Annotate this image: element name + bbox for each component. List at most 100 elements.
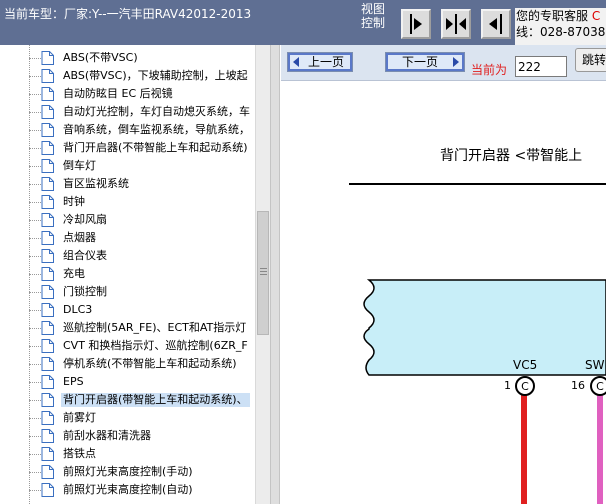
- next-page-button[interactable]: 下一页: [385, 52, 465, 72]
- tree-connector-line: [29, 256, 41, 257]
- document-icon: [41, 321, 54, 335]
- tree-item-label: 音响系统，倒车监视系统，导航系统，: [63, 123, 250, 136]
- tree-item[interactable]: 前照灯光束高度控制(手动): [29, 463, 255, 481]
- tree-item[interactable]: 搭铁点: [29, 445, 255, 463]
- tree-item[interactable]: 音响系统，倒车监视系统，导航系统，: [29, 121, 255, 139]
- tree-item[interactable]: 倒车灯: [29, 157, 255, 175]
- pin-number-sw: 16: [571, 379, 585, 392]
- support-accent: C: [591, 9, 601, 23]
- tree-item[interactable]: 停机系统(不带智能上车和起动系统): [29, 355, 255, 373]
- current-page-label: 当前为: [471, 63, 508, 77]
- tree-item-label: 巡航控制(5AR_FE)、ECT和AT指示灯: [63, 321, 247, 334]
- tree-item-label: 充电: [63, 267, 85, 280]
- document-icon: [41, 105, 54, 119]
- tree-connector-line: [29, 238, 41, 239]
- wiring-diagram-canvas: C C: [349, 183, 606, 504]
- split-view-icon: [446, 14, 466, 34]
- tree-item[interactable]: 充电: [29, 265, 255, 283]
- prev-page-label: 上一页: [307, 55, 344, 69]
- connector-sw-label: SW: [585, 358, 605, 372]
- support-phone: 线：028-87038: [516, 25, 606, 39]
- document-icon: [41, 303, 54, 317]
- tree-item[interactable]: 冷却风扇: [29, 211, 255, 229]
- tree-item[interactable]: 门锁控制: [29, 283, 255, 301]
- document-icon: [41, 69, 54, 83]
- pane-splitter[interactable]: [270, 45, 280, 504]
- tree-connector-line: [29, 490, 41, 491]
- tree-item[interactable]: 前雾灯: [29, 409, 255, 427]
- top-bar: 当前车型：厂家:Y--一汽丰田RAV42012-2013 视图控制 您的专职客服…: [0, 0, 606, 45]
- tree-item[interactable]: 时钟: [29, 193, 255, 211]
- tree-item[interactable]: 组合仪表: [29, 247, 255, 265]
- tree-connector-line: [29, 112, 41, 113]
- view-control-label: 视图控制: [361, 2, 386, 30]
- tree-item[interactable]: 巡航控制(5AR_FE)、ECT和AT指示灯: [29, 319, 255, 337]
- sidebar-scrollbar[interactable]: [255, 45, 270, 504]
- tree-connector-line: [29, 382, 41, 383]
- tree-connector-line: [29, 202, 41, 203]
- document-icon: [41, 195, 54, 209]
- tree-item-label: 时钟: [63, 195, 85, 208]
- prev-page-button[interactable]: 上一页: [287, 52, 353, 72]
- document-icon: [41, 429, 54, 443]
- document-icon: [41, 87, 54, 101]
- tree-item[interactable]: ABS(带VSC)，下坡辅助控制，上坡起: [29, 67, 255, 85]
- current-page-input[interactable]: [515, 56, 567, 77]
- tree-connector-line: [29, 148, 41, 149]
- current-car-model: 当前车型：厂家:Y--一汽丰田RAV42012-2013: [4, 7, 252, 21]
- tree-connector-line: [29, 292, 41, 293]
- document-icon: [41, 411, 54, 425]
- document-icon: [41, 267, 54, 281]
- tree-item[interactable]: DLC3: [29, 301, 255, 319]
- tree-connector-line: [29, 472, 41, 473]
- document-icon: [41, 357, 54, 371]
- document-icon: [41, 393, 54, 407]
- tree-connector-line: [29, 418, 41, 419]
- tree-item-label: 冷却风扇: [63, 213, 107, 226]
- tree-connector-line: [29, 76, 41, 77]
- tree-item-label: 门锁控制: [63, 285, 107, 298]
- tree-connector-line: [29, 310, 41, 311]
- split-view-button[interactable]: [441, 9, 471, 39]
- tree-connector-line: [29, 184, 41, 185]
- tree-connector-line: [29, 400, 41, 401]
- tree-item[interactable]: 背门开启器(带智能上车和起动系统)、: [29, 391, 255, 409]
- collapse-sidebar-button[interactable]: [401, 9, 431, 39]
- tree-item[interactable]: 盲区监视系统: [29, 175, 255, 193]
- tree-item[interactable]: 自动灯光控制，车灯自动熄灭系统，车: [29, 103, 255, 121]
- tree-item[interactable]: 点烟器: [29, 229, 255, 247]
- expand-sidebar-button[interactable]: [481, 9, 511, 39]
- tree-connector-line: [29, 94, 41, 95]
- tree-connector-line: [29, 220, 41, 221]
- tree-connector-line: [29, 130, 41, 131]
- tree-item[interactable]: CVT 和换档指示灯、巡航控制(6ZR_F: [29, 337, 255, 355]
- customer-service-info: 您的专职客服 C 线：028-87038: [515, 8, 606, 45]
- tree-item[interactable]: EPS: [29, 373, 255, 391]
- document-icon: [41, 339, 54, 353]
- tree-item-label: 组合仪表: [63, 249, 107, 262]
- connector-sw-symbol: C: [596, 380, 604, 393]
- tree-item-label: 前照灯光束高度控制(自动): [63, 483, 193, 496]
- tree-connector-line: [29, 328, 41, 329]
- tree-item-label: 自动防眩目 EC 后视镜: [63, 87, 173, 100]
- connector-vc5-label: VC5: [513, 358, 538, 372]
- document-icon: [41, 249, 54, 263]
- tree-connector-line: [29, 364, 41, 365]
- support-label: 您的专职客服: [516, 9, 589, 23]
- tree-item-label: 盲区监视系统: [63, 177, 129, 190]
- document-icon: [41, 231, 54, 245]
- tree-item-label: 前刮水器和清洗器: [63, 429, 151, 442]
- tree-item[interactable]: 前刮水器和清洗器: [29, 427, 255, 445]
- connector-vc5-symbol: C: [521, 380, 529, 393]
- tree-item[interactable]: 自动防眩目 EC 后视镜: [29, 85, 255, 103]
- tree-item-label: ABS(带VSC)，下坡辅助控制，上坡起: [63, 69, 248, 82]
- tree-item[interactable]: 背门开启器(不带智能上车和起动系统): [29, 139, 255, 157]
- tree-item[interactable]: 前照灯光束高度控制(自动): [29, 481, 255, 499]
- tree-item-label: 自动灯光控制，车灯自动熄灭系统，车: [63, 105, 250, 118]
- tree-item[interactable]: ABS(不带VSC): [29, 49, 255, 67]
- tree-item-label: 前照灯光束高度控制(手动): [63, 465, 193, 478]
- document-icon: [41, 465, 54, 479]
- tree-item-label: EPS: [63, 375, 84, 388]
- jump-button[interactable]: 跳转: [575, 48, 606, 72]
- scrollbar-thumb[interactable]: [257, 211, 269, 335]
